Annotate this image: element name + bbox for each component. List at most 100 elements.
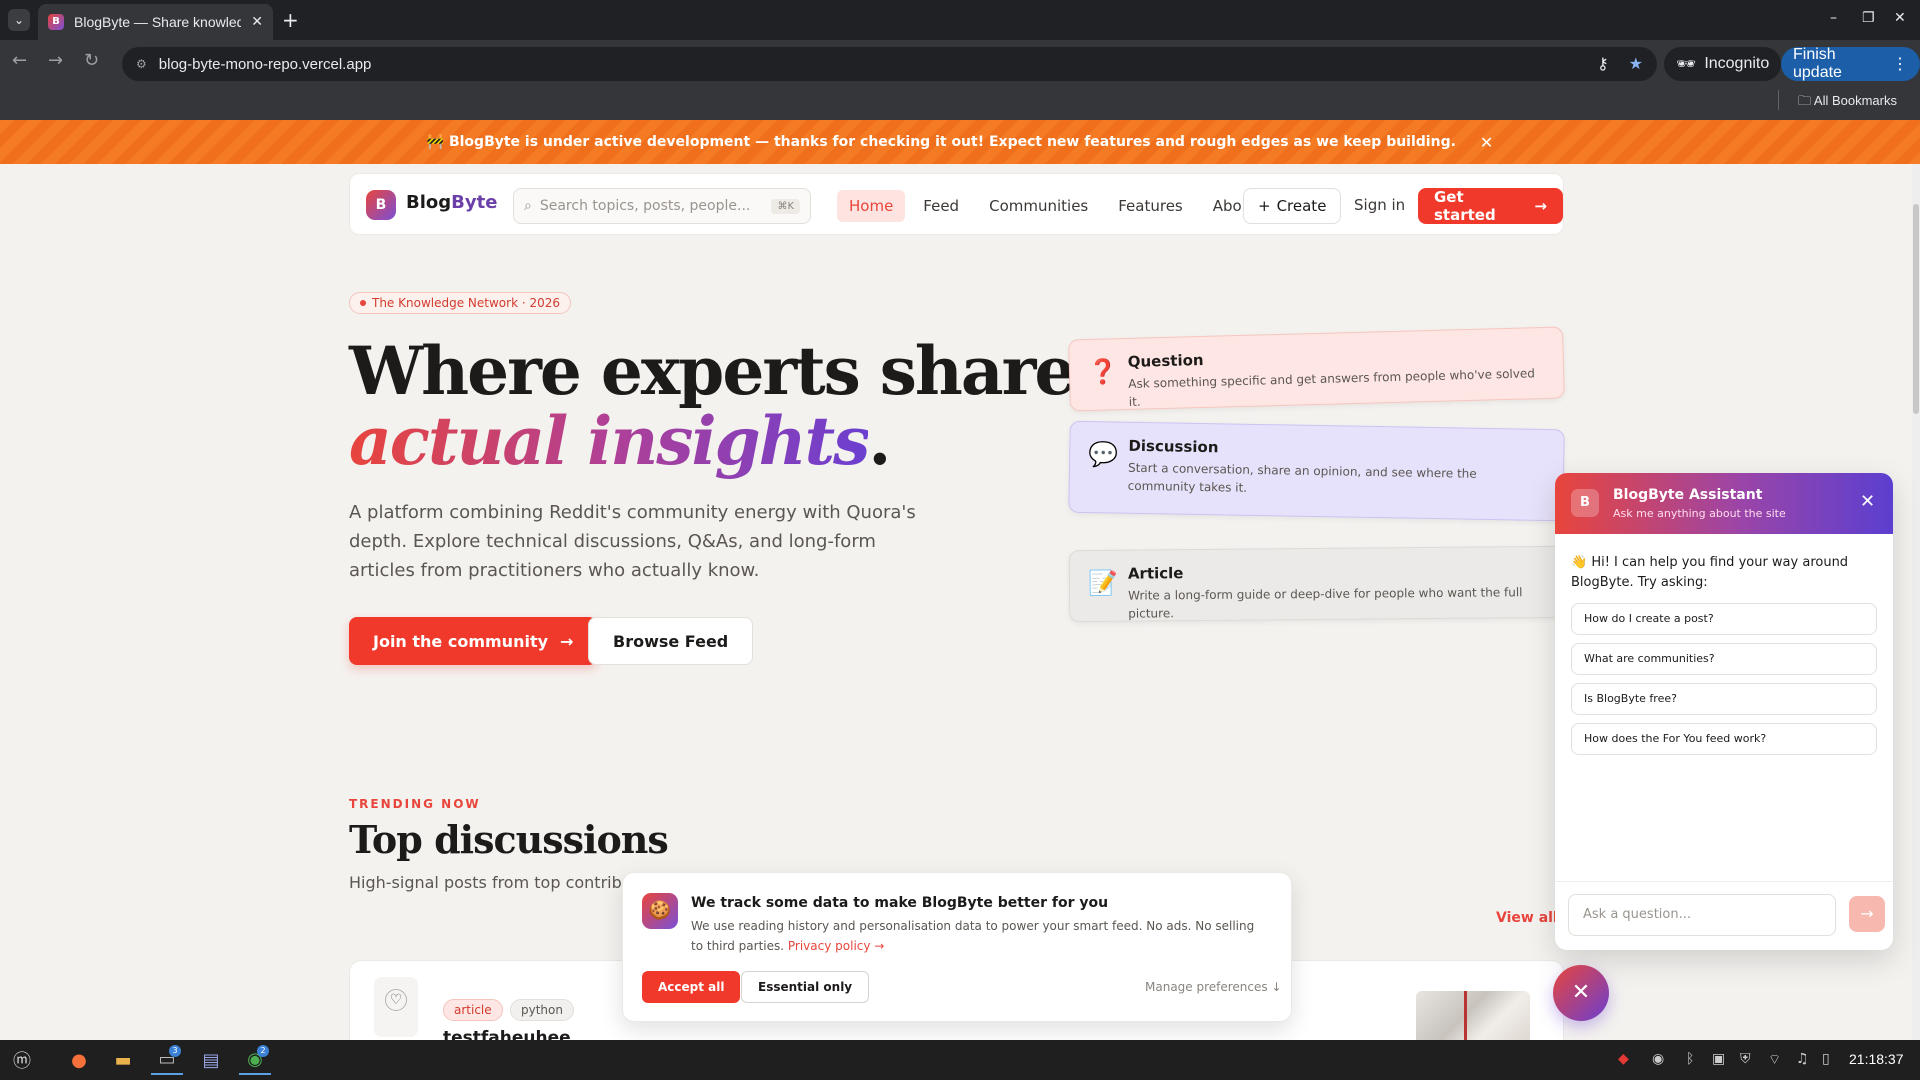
tab-title: BlogByte — Share knowledg — [74, 14, 242, 30]
tab-search-dropdown-icon[interactable]: ⌄ — [8, 9, 30, 31]
chat-greeting: 👋 Hi! I can help you find your way aroun… — [1571, 555, 1849, 590]
nav-feed[interactable]: Feed — [911, 190, 971, 222]
manage-preferences-link[interactable]: Manage preferences ↓ — [1145, 980, 1282, 994]
restore-icon[interactable]: ❐ — [1862, 10, 1875, 26]
send-icon[interactable]: → — [1849, 896, 1885, 932]
clock[interactable]: 21:18:37 — [1849, 1051, 1904, 1067]
sign-in-link[interactable]: Sign in — [1354, 196, 1405, 214]
get-started-button[interactable]: Get started → — [1418, 188, 1563, 224]
logo-blog: Blog — [406, 192, 452, 213]
tag-article[interactable]: article — [443, 999, 503, 1021]
hero-lede: A platform combining Reddit's community … — [349, 502, 916, 581]
chat-suggestion[interactable]: How do I create a post? — [1571, 603, 1877, 635]
bluetooth-icon[interactable]: ᛒ — [1686, 1051, 1694, 1067]
chat-input[interactable]: Ask a question... — [1568, 894, 1836, 936]
post-title[interactable]: testfaheuhee — [443, 1028, 571, 1040]
browse-feed-button[interactable]: Browse Feed — [588, 617, 754, 665]
chat-avatar: B — [1571, 489, 1599, 517]
new-tab-icon[interactable]: + — [282, 8, 299, 32]
folder-icon: 🗀 — [1798, 93, 1814, 108]
hero-title-dot: . — [868, 402, 891, 480]
search-placeholder: Search topics, posts, people... — [539, 198, 751, 214]
nav-home[interactable]: Home — [837, 190, 906, 222]
search-input[interactable]: ⌕ Search topics, posts, people... ⌘K — [513, 188, 811, 224]
firefox-icon[interactable]: ● — [63, 1045, 95, 1075]
card-desc: Start a conversation, share an opinion, … — [1127, 460, 1477, 495]
chat-suggestion[interactable]: Is BlogByte free? — [1571, 683, 1877, 715]
chat-title: BlogByte Assistant — [1613, 487, 1763, 503]
card-discussion[interactable]: 💬 Discussion Start a conversation, share… — [1068, 420, 1565, 522]
forward-icon[interactable]: → — [48, 50, 63, 71]
site-info-icon[interactable]: ⚙ — [136, 57, 147, 71]
banner-close-icon[interactable]: ✕ — [1480, 133, 1493, 152]
logo-byte: Byte — [451, 192, 498, 213]
chat-suggestion[interactable]: What are communities? — [1571, 643, 1877, 675]
more-menu-icon: ⋮ — [1892, 56, 1908, 73]
accept-all-button[interactable]: Accept all — [642, 971, 741, 1003]
chrome-icon[interactable]: ◉ 2 — [239, 1045, 271, 1075]
terminal-badge: 3 — [169, 1045, 181, 1057]
chrome-tray-icon[interactable]: ◉ — [1652, 1051, 1664, 1067]
chat-footer: Ask a question... → — [1555, 881, 1893, 950]
url-text: blog-byte-mono-repo.vercel.app — [158, 55, 372, 73]
privacy-policy-link[interactable]: Privacy policy → — [788, 939, 884, 953]
chat-suggestion[interactable]: How does the For You feed work? — [1571, 723, 1877, 755]
chat-toggle-close-icon[interactable]: ✕ — [1553, 965, 1609, 1021]
cookie-title: We track some data to make BlogByte bett… — [691, 895, 1109, 911]
logo-text[interactable]: BlogByte — [406, 192, 497, 213]
nav-features[interactable]: Features — [1106, 190, 1195, 222]
card-title: Article — [1127, 564, 1184, 583]
tab-close-icon[interactable]: ✕ — [251, 14, 263, 30]
reload-icon[interactable]: ↻ — [84, 50, 99, 71]
browser-tab[interactable]: B BlogByte — Share knowledg ✕ — [38, 4, 273, 40]
nav-communities[interactable]: Communities — [977, 190, 1100, 222]
all-bookmarks-button[interactable]: 🗀 All Bookmarks — [1798, 92, 1897, 114]
finish-update-label: Finish update — [1793, 46, 1842, 81]
address-bar[interactable]: ⚙ blog-byte-mono-repo.vercel.app ⚷ ★ — [122, 47, 1657, 81]
battery-icon[interactable]: ▯ — [1822, 1051, 1830, 1067]
card-desc: Ask something specific and get answers f… — [1128, 366, 1536, 409]
back-icon[interactable]: ← — [12, 50, 27, 71]
join-community-button[interactable]: Join the community → — [349, 617, 598, 665]
clipboard-icon[interactable]: ▣ — [1712, 1051, 1725, 1067]
logo-badge[interactable]: B — [366, 190, 396, 220]
nav-links: Home Feed Communities Features About — [837, 190, 1269, 222]
files-folder-icon[interactable]: ▬ — [107, 1045, 139, 1075]
sound-icon[interactable]: ♫ — [1796, 1051, 1809, 1067]
close-window-icon[interactable]: ✕ — [1894, 10, 1906, 26]
vote-box: ♡ — [374, 977, 418, 1037]
favicon-icon: B — [48, 14, 64, 30]
view-all-link[interactable]: View all — [1496, 910, 1558, 926]
arrow-right-icon: → — [560, 631, 574, 651]
all-bookmarks-label: All Bookmarks — [1813, 93, 1897, 108]
tag-python[interactable]: python — [510, 999, 574, 1021]
create-button[interactable]: + Create — [1243, 188, 1342, 224]
essential-only-button[interactable]: Essential only — [741, 971, 870, 1003]
minimize-icon[interactable]: – — [1830, 10, 1837, 26]
post-thumbnail — [1416, 991, 1530, 1040]
terminal-icon[interactable]: ▭ 3 — [151, 1045, 183, 1075]
password-key-icon[interactable]: ⚷ — [1597, 54, 1609, 74]
menu-launcher-icon[interactable]: ⓜ — [6, 1045, 38, 1075]
card-title: Discussion — [1128, 436, 1219, 457]
text-editor-icon[interactable]: ▤ — [195, 1045, 227, 1075]
heart-icon[interactable]: ♡ — [385, 989, 407, 1011]
wifi-icon[interactable]: ⌔ — [1768, 1051, 1781, 1069]
scrollbar[interactable] — [1912, 164, 1920, 1040]
plus-icon: + — [1258, 197, 1271, 215]
scrollbar-thumb[interactable] — [1913, 204, 1919, 414]
incognito-label: Incognito — [1704, 55, 1770, 72]
browser-tabstrip: ⌄ B BlogByte — Share knowledg ✕ + – ❐ ✕ — [0, 0, 1920, 40]
bookmark-star-icon[interactable]: ★ — [1629, 54, 1643, 74]
finish-update-button[interactable]: Finish update ⋮ — [1781, 46, 1920, 81]
question-icon: ❓ — [1087, 357, 1119, 386]
chat-close-icon[interactable]: ✕ — [1860, 491, 1875, 512]
hero-pill: The Knowledge Network · 2026 — [349, 292, 571, 314]
incognito-indicator[interactable]: 🕶 Incognito — [1664, 47, 1782, 81]
shield-icon[interactable]: ⛨ — [1740, 1051, 1751, 1067]
card-question[interactable]: ❓ Question Ask something specific and ge… — [1068, 326, 1565, 412]
cookie-banner: 🍪 We track some data to make BlogByte be… — [622, 872, 1292, 1022]
card-article[interactable]: 📝 Article Write a long-form guide or dee… — [1068, 545, 1565, 623]
join-label: Join the community — [373, 631, 549, 651]
anydesk-icon[interactable]: ◆ — [1618, 1051, 1629, 1067]
